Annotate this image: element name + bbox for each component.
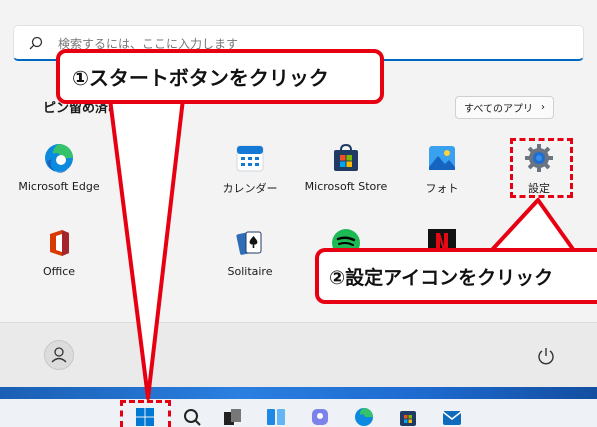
- settings-callout: ②設定アイコンをクリック: [315, 248, 597, 304]
- start-callout: ①スタートボタンをクリック: [56, 49, 384, 104]
- settings-highlight: [510, 138, 573, 198]
- start-callout-text: ①スタートボタンをクリック: [72, 66, 329, 90]
- start-button-highlight: [120, 400, 171, 427]
- settings-callout-text: ②設定アイコンをクリック: [329, 266, 554, 289]
